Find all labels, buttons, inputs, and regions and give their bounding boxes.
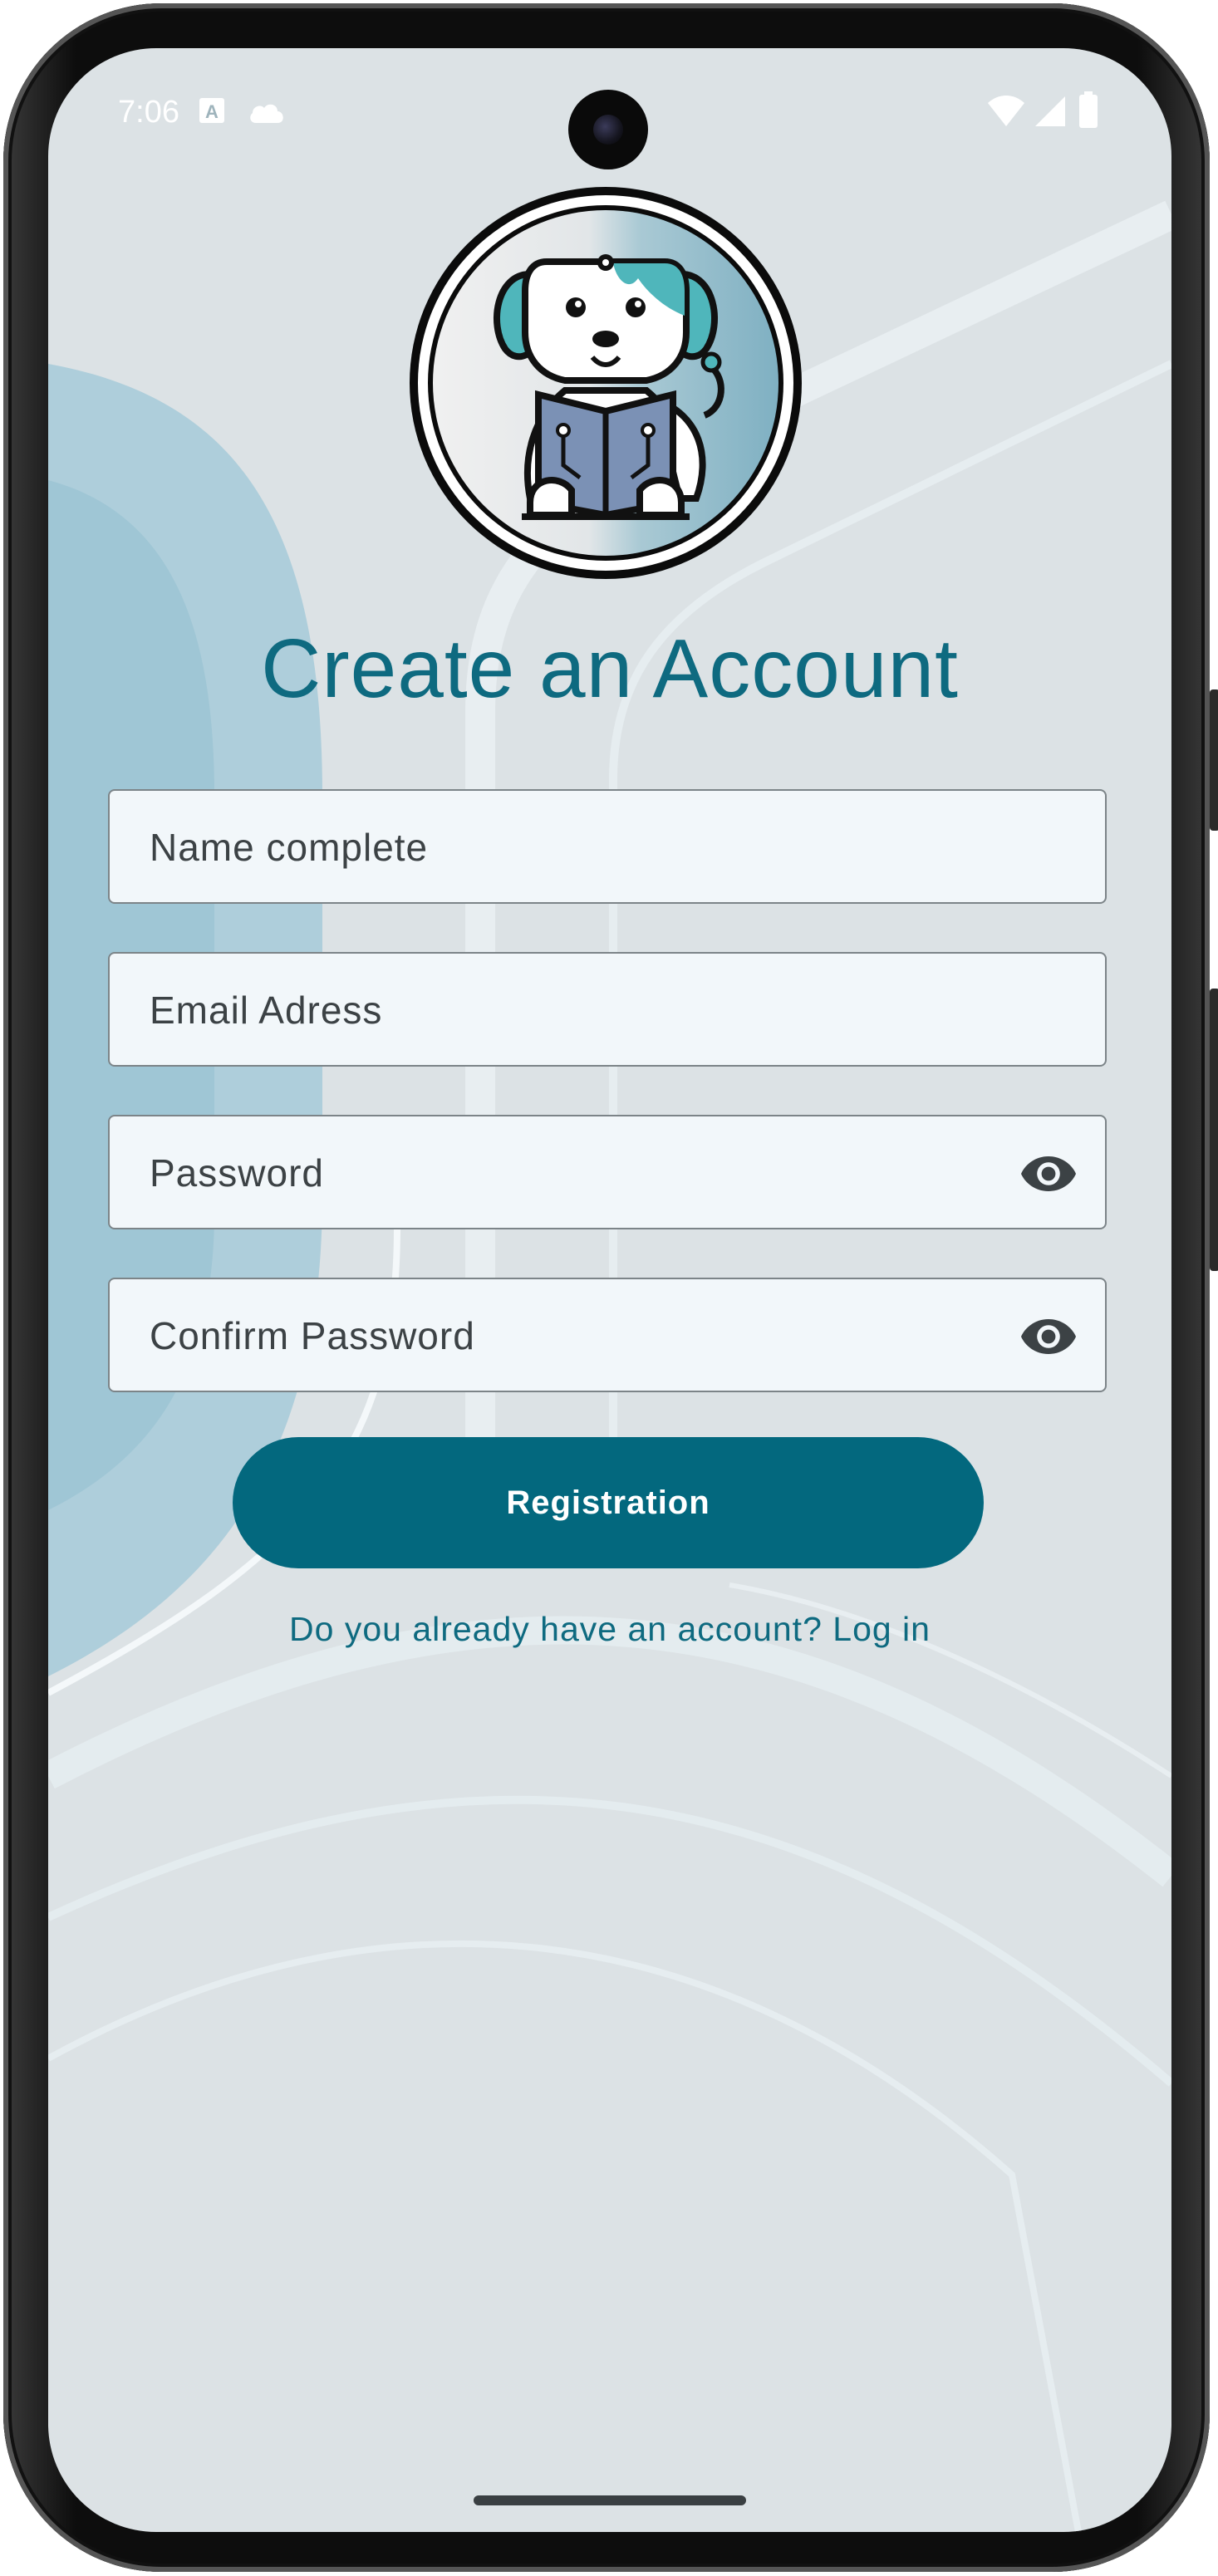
front-camera — [568, 90, 648, 169]
status-time: 7:06 — [118, 95, 179, 130]
notification-a-icon: A — [199, 98, 224, 123]
cloud-icon — [250, 104, 283, 123]
volume-button — [1210, 689, 1218, 831]
wifi-icon — [988, 96, 1024, 126]
battery-icon — [1079, 91, 1098, 128]
page-title: Create an Account — [261, 622, 959, 715]
confirm-password-input[interactable] — [148, 1279, 982, 1392]
robot-dog-reading-book-logo — [410, 187, 802, 579]
power-button — [1210, 989, 1218, 1271]
confirm-password-field[interactable] — [108, 1278, 1107, 1392]
login-link[interactable]: Do you already have an account? Log in — [48, 1610, 1171, 1649]
registration-button[interactable]: Registration — [233, 1437, 984, 1568]
email-input[interactable] — [148, 954, 982, 1067]
password-field[interactable] — [108, 1115, 1107, 1229]
name-field[interactable] — [108, 789, 1107, 904]
svg-text:A: A — [205, 101, 219, 122]
phone-device: 7:06 A Create an Account Name complete E… — [0, 0, 1218, 2576]
home-indicator[interactable] — [474, 2495, 746, 2505]
eye-icon[interactable] — [1019, 1144, 1078, 1204]
email-field[interactable] — [108, 952, 1107, 1067]
password-input[interactable] — [148, 1116, 982, 1229]
eye-icon[interactable] — [1019, 1307, 1078, 1367]
name-input[interactable] — [148, 791, 982, 904]
app-screen: 7:06 A Create an Account Name complete E… — [48, 48, 1171, 2532]
signal-icon — [1035, 96, 1065, 126]
